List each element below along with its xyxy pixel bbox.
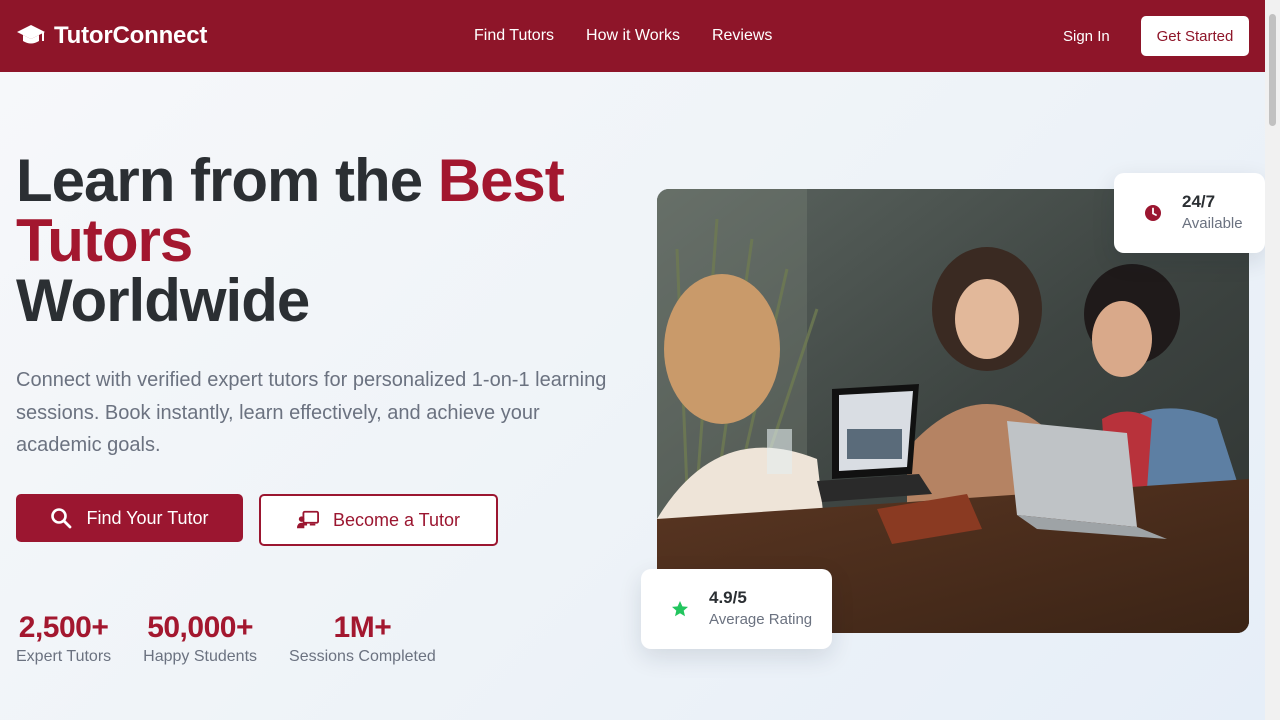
hero-subtitle: Connect with verified expert tutors for … [16,369,607,456]
top-navbar: TutorConnect Find Tutors How it Works Re… [0,0,1265,72]
find-your-tutor-label: Find Your Tutor [86,507,209,528]
page-scrollbar[interactable] [1265,0,1280,720]
availability-text: 24/7 Available [1182,191,1243,235]
stat-expert-tutors: 2,500+ Expert Tutors [16,610,111,666]
stat-value: 2,500+ [18,611,109,644]
chalkboard-teacher-icon [296,510,319,529]
hero-title: Learn from the Best Tutors Worldwide [16,151,636,331]
stat-label: Expert Tutors [16,648,112,665]
nav-find-tutors[interactable]: Find Tutors [474,27,554,45]
stat-happy-students: 50,000+ Happy Students [143,610,257,666]
rating-card: 4.9/5 Average Rating [641,569,832,649]
find-your-tutor-button[interactable]: Find Your Tutor [16,494,243,542]
students-illustration [657,189,1249,633]
search-icon [51,508,72,529]
availability-label: Available [1182,215,1243,232]
star-icon [672,601,688,617]
rating-label: Average Rating [709,611,813,628]
stat-value: 50,000+ [147,611,253,644]
rating-text: 4.9/5 Average Rating [709,587,812,631]
clock-icon [1145,205,1161,221]
hero-photo-students [657,189,1249,633]
graduation-cap-icon [17,25,45,44]
nav-how-it-works[interactable]: How it Works [586,27,680,45]
stat-label: Happy Students [143,648,258,665]
brand-logo[interactable]: TutorConnect [16,0,207,72]
rating-value: 4.9/5 [709,588,747,607]
main-nav: Find Tutors How it Works Reviews [474,0,772,72]
nav-reviews[interactable]: Reviews [712,27,772,45]
stat-value: 1M+ [333,611,392,644]
hero-title-part1: Learn from the [16,147,438,214]
stat-label: Sessions Completed [289,648,436,665]
become-a-tutor-label: Become a Tutor [332,509,461,530]
availability-card: 24/7 Available [1114,173,1265,253]
availability-value: 24/7 [1182,192,1216,211]
stat-sessions-completed: 1M+ Sessions Completed [289,610,436,666]
scrollbar-thumb[interactable] [1269,14,1276,126]
become-a-tutor-button[interactable]: Become a Tutor [259,494,498,546]
sign-in-link[interactable]: Sign In [1063,0,1110,72]
get-started-button[interactable]: Get Started [1141,16,1249,56]
stats-row: 2,500+ Expert Tutors 50,000+ Happy Stude… [16,610,436,666]
hero-title-part2: Worldwide [16,267,310,334]
brand-name: TutorConnect [54,22,208,49]
